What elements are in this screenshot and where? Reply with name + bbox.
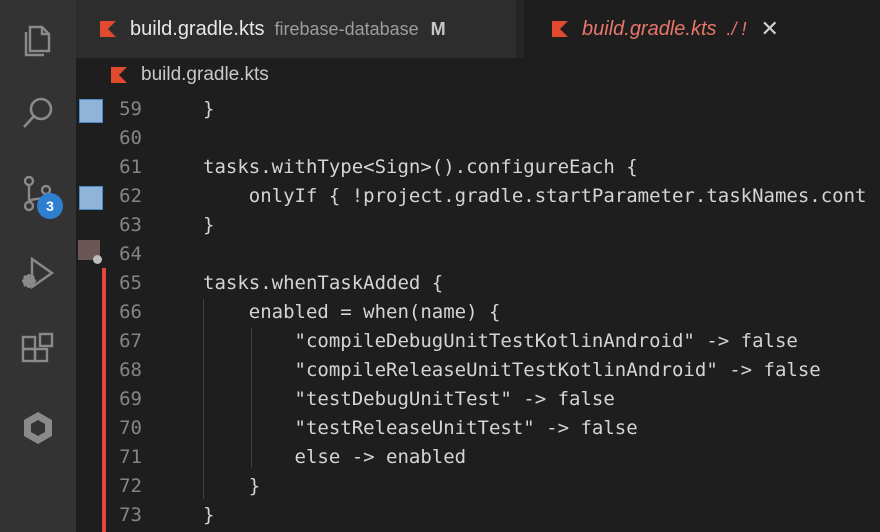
line-number: 64 <box>119 243 142 265</box>
tab-description: ./ ! <box>726 18 747 39</box>
line-number: 69 <box>119 388 142 410</box>
code-line: 61 tasks.withType<Sign>().configureEach … <box>76 153 880 182</box>
line-number: 62 <box>119 185 142 207</box>
line-number: 63 <box>119 214 142 236</box>
line-number: 70 <box>119 417 142 439</box>
code-line: 59 } <box>76 95 880 124</box>
tab-description: firebase-database <box>274 18 419 39</box>
tab-build-gradle-firebase[interactable]: build.gradle.kts firebase-database M <box>76 0 516 58</box>
code-line: 73 } <box>76 501 880 530</box>
code-text: } <box>203 98 215 120</box>
search-icon[interactable] <box>13 88 63 138</box>
code-line: 66 enabled = when(name) { <box>76 298 880 327</box>
tab-bar: build.gradle.kts firebase-database M bui… <box>76 0 880 58</box>
line-number: 60 <box>119 127 142 149</box>
line-number: 59 <box>119 98 142 120</box>
code-text: "compileReleaseUnitTestKotlinAndroid" ->… <box>203 359 821 381</box>
activity-bar: 3 <box>0 0 76 532</box>
code-text: else -> enabled <box>203 446 467 468</box>
code-line: 70 "testReleaseUnitTest" -> false <box>76 414 880 443</box>
tab-label: build.gradle.kts <box>130 17 265 40</box>
run-debug-icon[interactable] <box>13 248 63 298</box>
tab-label: build.gradle.kts <box>582 17 717 40</box>
code-line: 67 "compileDebugUnitTestKotlinAndroid" -… <box>76 327 880 356</box>
code-text: "testReleaseUnitTest" -> false <box>203 417 638 439</box>
code-text: "compileDebugUnitTestKotlinAndroid" -> f… <box>203 330 798 352</box>
code-text: "testDebugUnitTest" -> false <box>203 388 615 410</box>
scm-badge: 3 <box>37 193 63 219</box>
explorer-icon[interactable] <box>13 13 63 63</box>
code-text: onlyIf { !project.gradle.startParameter.… <box>203 185 867 207</box>
code-line: 60 <box>76 124 880 153</box>
code-line: 69 "testDebugUnitTest" -> false <box>76 385 880 414</box>
extensions-icon[interactable] <box>13 325 63 375</box>
code-text: tasks.withType<Sign>().configureEach { <box>203 156 638 178</box>
line-number: 68 <box>119 359 142 381</box>
kotlin-icon <box>100 21 116 37</box>
kotlin-icon <box>111 67 127 83</box>
code-text: } <box>203 504 215 526</box>
code-line: 71 else -> enabled <box>76 443 880 472</box>
code-text: } <box>203 475 261 497</box>
line-number: 65 <box>119 272 142 294</box>
line-number: 71 <box>119 446 142 468</box>
code-line: 68 "compileReleaseUnitTestKotlinAndroid"… <box>76 356 880 385</box>
breadcrumb-file[interactable]: build.gradle.kts <box>141 64 269 86</box>
close-icon[interactable]: ✕ <box>761 16 779 42</box>
line-number: 67 <box>119 330 142 352</box>
code-line: 62 onlyIf { !project.gradle.startParamet… <box>76 182 880 211</box>
remote-icon[interactable] <box>13 403 63 453</box>
line-number: 72 <box>119 475 142 497</box>
code-editor[interactable]: 59 } 60 61 tasks.withType<Sign>().config… <box>76 92 880 532</box>
tab-build-gradle-root[interactable]: build.gradle.kts ./ ! ✕ <box>524 0 880 58</box>
kotlin-icon <box>552 21 568 37</box>
code-line: 63 } <box>76 211 880 240</box>
breadcrumb: build.gradle.kts <box>76 58 880 92</box>
line-number: 66 <box>119 301 142 323</box>
modified-indicator: M <box>430 18 446 39</box>
code-line: 65 tasks.whenTaskAdded { <box>76 269 880 298</box>
code-text: } <box>203 214 215 236</box>
code-text: enabled = when(name) { <box>203 301 501 323</box>
code-text: tasks.whenTaskAdded { <box>203 272 444 294</box>
line-number: 61 <box>119 156 142 178</box>
line-number: 73 <box>119 504 142 526</box>
code-line: 72 } <box>76 472 880 501</box>
code-line: 64 <box>76 240 880 269</box>
